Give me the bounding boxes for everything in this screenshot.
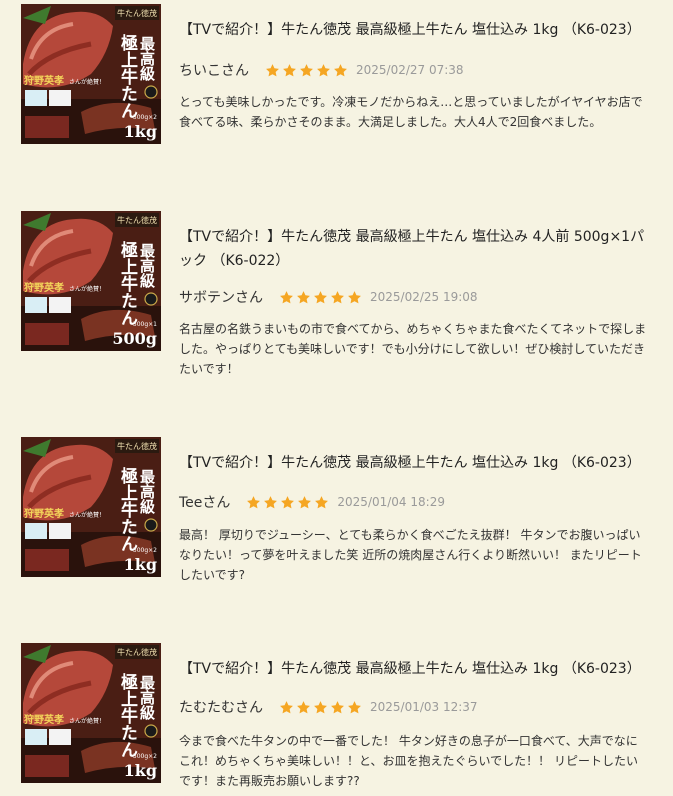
star-icon xyxy=(333,63,348,78)
star-icon xyxy=(246,495,261,510)
image-headline-2: 極上牛たん xyxy=(117,672,138,758)
image-headline-2: 極上牛たん xyxy=(117,466,138,552)
product-image[interactable]: 牛たん徳茂 最高級 極上牛たん 狩野英孝 さんが絶賛！ 500g×2 1kg xyxy=(21,4,161,144)
image-pack-note: 500g×2 xyxy=(133,753,157,760)
product-image-graphic: 牛たん徳茂 最高級 極上牛たん 狩野英孝 さんが絶賛！ 500g×2 1kg xyxy=(21,643,161,783)
image-headline-2: 極上牛たん xyxy=(117,33,138,119)
star-rating xyxy=(279,290,362,305)
review-date: 2025/01/03 12:37 xyxy=(370,700,478,714)
star-icon xyxy=(280,495,295,510)
product-title-link[interactable]: 【TVで紹介！】牛たん徳茂 最高級極上牛たん 塩仕込み 1kg （K6-023） xyxy=(179,18,649,42)
image-headline-1: 最高級 xyxy=(138,35,156,82)
star-icon xyxy=(282,63,297,78)
reviewer-name: たむたむさん xyxy=(179,700,263,716)
star-icon xyxy=(279,700,294,715)
image-endorser-note: さんが絶賛！ xyxy=(69,78,105,86)
star-icon xyxy=(347,700,362,715)
product-title-link[interactable]: 【TVで紹介！】牛たん徳茂 最高級極上牛たん 塩仕込み 4人前 500g×1パッ… xyxy=(179,225,649,273)
image-headline-1: 最高級 xyxy=(138,674,156,721)
review-date: 2025/02/25 19:08 xyxy=(370,290,478,304)
star-icon xyxy=(299,63,314,78)
image-headline-2: 極上牛たん xyxy=(117,240,138,326)
star-icon xyxy=(296,290,311,305)
image-headline-1: 最高級 xyxy=(138,242,156,289)
image-pack-note: 500g×2 xyxy=(133,114,157,121)
reviewer-name: Teeさん xyxy=(179,495,231,511)
product-image[interactable]: 牛たん徳茂 最高級 極上牛たん 狩野英孝 さんが絶賛！ 500g×2 1kg xyxy=(21,643,161,783)
image-endorser: 狩野英孝 xyxy=(23,507,64,520)
review-list: 牛たん徳茂 最高級 極上牛たん 狩野英孝 さんが絶賛！ 500g×2 1kg 【… xyxy=(0,0,673,796)
brand-logo-text: 牛たん徳茂 xyxy=(117,441,157,451)
star-rating xyxy=(265,63,348,78)
review-meta: たむたむさん 2025/01/03 12:37 xyxy=(179,697,478,717)
star-icon xyxy=(316,63,331,78)
star-rating xyxy=(279,700,362,715)
brand-logo-text: 牛たん徳茂 xyxy=(117,647,157,657)
reviewer-name: ちいこさん xyxy=(179,63,249,79)
review-date: 2025/02/27 07:38 xyxy=(356,63,464,77)
image-pack-note: 500g×1 xyxy=(133,321,157,328)
star-icon xyxy=(314,495,329,510)
star-icon xyxy=(263,495,278,510)
image-endorser-note: さんが絶賛！ xyxy=(69,285,105,293)
product-image[interactable]: 牛たん徳茂 最高級 極上牛たん 狩野英孝 さんが絶賛！ 500g×1 500g xyxy=(21,211,161,351)
product-image[interactable]: 牛たん徳茂 最高級 極上牛たん 狩野英孝 さんが絶賛！ 500g×2 1kg xyxy=(21,437,161,577)
product-image-graphic: 牛たん徳茂 最高級 極上牛たん 狩野英孝 さんが絶賛！ 500g×2 1kg xyxy=(21,4,161,144)
image-endorser-note: さんが絶賛！ xyxy=(69,511,105,519)
star-icon xyxy=(313,290,328,305)
star-icon xyxy=(313,700,328,715)
brand-logo-text: 牛たん徳茂 xyxy=(117,215,157,225)
star-icon xyxy=(279,290,294,305)
product-image-graphic: 牛たん徳茂 最高級 極上牛たん 狩野英孝 さんが絶賛！ 500g×1 500g xyxy=(21,211,161,351)
image-weight: 1kg xyxy=(124,761,157,780)
review-body: とっても美味しかったです。冷凍モノだからねえ…と思っていましたがイヤイヤお店で食… xyxy=(179,95,643,129)
brand-logo-text: 牛たん徳茂 xyxy=(117,8,157,18)
star-icon xyxy=(297,495,312,510)
image-headline-1: 最高級 xyxy=(138,468,156,515)
image-weight: 500g xyxy=(112,329,157,348)
product-image-graphic: 牛たん徳茂 最高級 極上牛たん 狩野英孝 さんが絶賛！ 500g×2 1kg xyxy=(21,437,161,577)
image-endorser: 狩野英孝 xyxy=(23,74,64,87)
image-endorser-note: さんが絶賛！ xyxy=(69,717,105,725)
reviewer-name: サボテンさん xyxy=(179,290,263,306)
image-endorser: 狩野英孝 xyxy=(23,281,64,294)
review-body: 今まで食べた牛タンの中で一番でした！ 牛タン好きの息子が一口食べて、大声でなにこ… xyxy=(179,734,638,788)
product-title-link[interactable]: 【TVで紹介！】牛たん徳茂 最高級極上牛たん 塩仕込み 1kg （K6-023） xyxy=(179,451,649,475)
image-endorser: 狩野英孝 xyxy=(23,713,64,726)
star-icon xyxy=(296,700,311,715)
review-meta: ちいこさん 2025/02/27 07:38 xyxy=(179,60,464,80)
star-icon xyxy=(347,290,362,305)
review-meta: Teeさん 2025/01/04 18:29 xyxy=(179,492,445,512)
review-body: 最高！ 厚切りでジューシー、とても柔らかく食べごたえ抜群！ 牛タンでお腹いっぱい… xyxy=(179,528,642,582)
image-weight: 1kg xyxy=(124,555,157,574)
star-icon xyxy=(330,290,345,305)
product-title-link[interactable]: 【TVで紹介！】牛たん徳茂 最高級極上牛たん 塩仕込み 1kg （K6-023） xyxy=(179,657,649,681)
star-icon xyxy=(330,700,345,715)
image-pack-note: 500g×2 xyxy=(133,547,157,554)
star-icon xyxy=(265,63,280,78)
image-weight: 1kg xyxy=(124,122,157,141)
star-rating xyxy=(246,495,329,510)
review-date: 2025/01/04 18:29 xyxy=(337,495,445,509)
review-meta: サボテンさん 2025/02/25 19:08 xyxy=(179,287,478,307)
review-body: 名古屋の名鉄うまいもの市で食べてから、めちゃくちゃまた食べたくてネットで探しまし… xyxy=(179,322,647,376)
